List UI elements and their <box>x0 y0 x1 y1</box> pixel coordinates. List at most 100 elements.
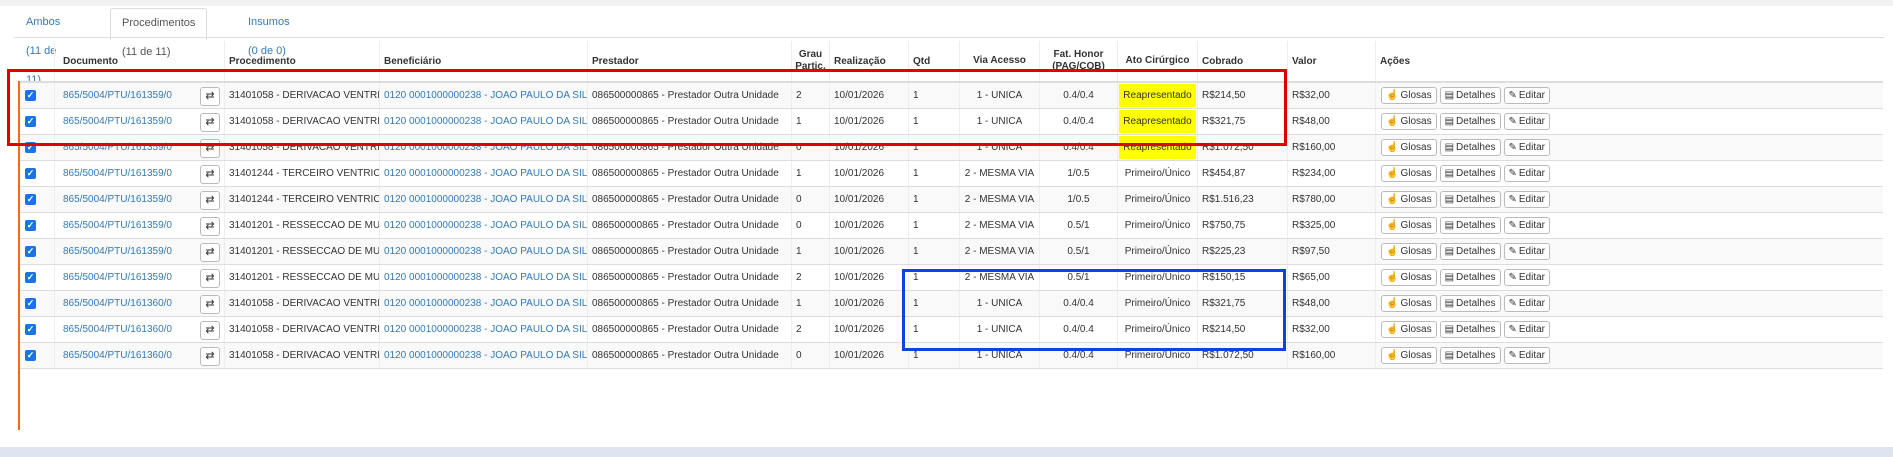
beneficiario-link[interactable]: 0120 0001000000238 - JOAO PAULO DA SILVA <box>384 220 587 231</box>
detalhes-button[interactable]: ▤ Detalhes <box>1439 113 1501 130</box>
documento-link[interactable]: 865/5004/PTU/161359/0 <box>63 220 172 231</box>
editar-button[interactable]: ✎ Editar <box>1503 243 1551 260</box>
detalhes-button[interactable]: ▤ Detalhes <box>1439 295 1501 312</box>
row-checkbox[interactable]: ✓ <box>25 220 36 231</box>
glosas-button[interactable]: ☝ Glosas <box>1381 295 1437 312</box>
beneficiario-link[interactable]: 0120 0001000000238 - JOAO PAULO DA SILVA <box>384 168 587 179</box>
detalhes-button[interactable]: ▤ Detalhes <box>1439 191 1501 208</box>
editar-button[interactable]: ✎ Editar <box>1503 113 1551 130</box>
table-row: ✓ 865/5004/PTU/161359/0 ⇄ 31401244 - TERCEI… <box>20 161 1883 187</box>
editar-button[interactable]: ✎ Editar <box>1503 269 1551 286</box>
col-grau-line1: Grau <box>798 49 823 60</box>
glosas-button[interactable]: ☝ Glosas <box>1381 113 1437 130</box>
swap-icon[interactable]: ⇄ <box>200 347 220 366</box>
glosas-label: Glosas <box>1400 89 1432 101</box>
detalhes-button[interactable]: ▤ Detalhes <box>1439 139 1501 156</box>
editar-button[interactable]: ✎ Editar <box>1503 321 1551 338</box>
col-valor[interactable]: Valor <box>1287 41 1375 81</box>
cobrado-cell: R$750,75 <box>1197 213 1287 238</box>
detalhes-button[interactable]: ▤ Detalhes <box>1439 243 1501 260</box>
qtd-cell: 1 <box>908 213 959 238</box>
valor-cell: R$32,00 <box>1287 317 1375 342</box>
documento-link[interactable]: 865/5004/PTU/161359/0 <box>63 246 172 257</box>
documento-link[interactable]: 865/5004/PTU/161359/0 <box>63 194 172 205</box>
glosas-button[interactable]: ☝ Glosas <box>1381 139 1437 156</box>
grau-cell: 2 <box>791 317 829 342</box>
editar-button[interactable]: ✎ Editar <box>1503 139 1551 156</box>
table-row: ✓ 865/5004/PTU/161359/0 ⇄ 31401201 - RESSEC… <box>20 213 1883 239</box>
beneficiario-cell: 0120 0001000000238 - JOAO PAULO DA SILVA <box>379 213 587 238</box>
tab-ambos[interactable]: Ambos (11 de 11) <box>26 8 60 86</box>
detalhes-button[interactable]: ▤ Detalhes <box>1439 347 1501 364</box>
realizacao-cell: 10/01/2026 <box>829 291 908 316</box>
beneficiario-link[interactable]: 0120 0001000000238 - JOAO PAULO DA SILVA <box>384 350 587 361</box>
row-checkbox[interactable]: ✓ <box>25 194 36 205</box>
detalhes-button[interactable]: ▤ Detalhes <box>1439 87 1501 104</box>
documento-link[interactable]: 865/5004/PTU/161359/0 <box>63 272 172 283</box>
valor-cell: R$325,00 <box>1287 213 1375 238</box>
detalhes-label: Detalhes <box>1456 167 1496 179</box>
detalhes-button[interactable]: ▤ Detalhes <box>1439 269 1501 286</box>
list-icon: ▤ <box>1444 115 1455 127</box>
list-icon: ▤ <box>1444 167 1455 179</box>
documento-link[interactable]: 865/5004/PTU/161360/0 <box>63 324 172 335</box>
editar-button[interactable]: ✎ Editar <box>1503 295 1551 312</box>
acoes-cell: ☝ Glosas ▤ Detalhes ✎ Editar <box>1375 187 1883 212</box>
swap-icon[interactable]: ⇄ <box>200 217 220 236</box>
row-checkbox[interactable]: ✓ <box>25 298 36 309</box>
valor-cell: R$160,00 <box>1287 135 1375 160</box>
detalhes-button[interactable]: ▤ Detalhes <box>1439 165 1501 182</box>
editar-button[interactable]: ✎ Editar <box>1503 165 1551 182</box>
beneficiario-link[interactable]: 0120 0001000000238 - JOAO PAULO DA SILVA <box>384 194 587 205</box>
swap-icon[interactable]: ⇄ <box>200 295 220 314</box>
glosas-label: Glosas <box>1400 141 1432 153</box>
valor-cell: R$780,00 <box>1287 187 1375 212</box>
documento-link[interactable]: 865/5004/PTU/161360/0 <box>63 298 172 309</box>
beneficiario-link[interactable]: 0120 0001000000238 - JOAO PAULO DA SILVA <box>384 246 587 257</box>
pencil-icon: ✎ <box>1508 89 1517 101</box>
procedimento-cell: 31401058 - DERIVACAO VENTRICULAR EXTERNA <box>224 317 379 342</box>
swap-icon[interactable]: ⇄ <box>200 321 220 340</box>
glosas-button[interactable]: ☝ Glosas <box>1381 191 1437 208</box>
editar-button[interactable]: ✎ Editar <box>1503 217 1551 234</box>
cobrado-cell: R$454,87 <box>1197 161 1287 186</box>
documento-cell: 865/5004/PTU/161360/0 ⇄ <box>54 317 224 342</box>
swap-icon[interactable]: ⇄ <box>200 269 220 288</box>
detalhes-label: Detalhes <box>1456 245 1496 257</box>
editar-button[interactable]: ✎ Editar <box>1503 347 1551 364</box>
glosas-button[interactable]: ☝ Glosas <box>1381 243 1437 260</box>
glosas-button[interactable]: ☝ Glosas <box>1381 321 1437 338</box>
row-checkbox[interactable]: ✓ <box>25 272 36 283</box>
glosas-button[interactable]: ☝ Glosas <box>1381 87 1437 104</box>
glosas-button[interactable]: ☝ Glosas <box>1381 217 1437 234</box>
swap-icon[interactable]: ⇄ <box>200 243 220 262</box>
beneficiario-link[interactable]: 0120 0001000000238 - JOAO PAULO DA SILVA <box>384 324 587 335</box>
glosas-button[interactable]: ☝ Glosas <box>1381 347 1437 364</box>
tab-procedimentos[interactable]: Procedimentos (11 de 11) <box>110 8 208 58</box>
table-row: ✓ 865/5004/PTU/161359/0 ⇄ 31401244 - TERCEI… <box>20 187 1883 213</box>
row-checkbox[interactable]: ✓ <box>25 246 36 257</box>
glosas-button[interactable]: ☝ Glosas <box>1381 269 1437 286</box>
glosas-button[interactable]: ☝ Glosas <box>1381 165 1437 182</box>
editar-label: Editar <box>1518 115 1546 127</box>
editar-button[interactable]: ✎ Editar <box>1503 87 1551 104</box>
detalhes-button[interactable]: ▤ Detalhes <box>1439 321 1501 338</box>
row-checkbox[interactable]: ✓ <box>25 324 36 335</box>
detalhes-label: Detalhes <box>1456 219 1496 231</box>
qtd-cell: 1 <box>908 161 959 186</box>
row-checkbox[interactable]: ✓ <box>25 350 36 361</box>
row-checkbox[interactable]: ✓ <box>25 168 36 179</box>
editar-button[interactable]: ✎ Editar <box>1503 191 1551 208</box>
documento-link[interactable]: 865/5004/PTU/161360/0 <box>63 350 172 361</box>
swap-icon[interactable]: ⇄ <box>200 165 220 184</box>
swap-icon[interactable]: ⇄ <box>200 191 220 210</box>
beneficiario-link[interactable]: 0120 0001000000238 - JOAO PAULO DA SILVA <box>384 298 587 309</box>
beneficiario-link[interactable]: 0120 0001000000238 - JOAO PAULO DA SILVA <box>384 272 587 283</box>
documento-link[interactable]: 865/5004/PTU/161359/0 <box>63 168 172 179</box>
tab-insumos[interactable]: Insumos (0 de 0) <box>248 8 290 57</box>
pencil-icon: ✎ <box>1508 297 1517 309</box>
detalhes-button[interactable]: ▤ Detalhes <box>1439 217 1501 234</box>
grau-cell: 1 <box>791 291 829 316</box>
pencil-icon: ✎ <box>1508 141 1517 153</box>
grau-cell: 0 <box>791 343 829 368</box>
